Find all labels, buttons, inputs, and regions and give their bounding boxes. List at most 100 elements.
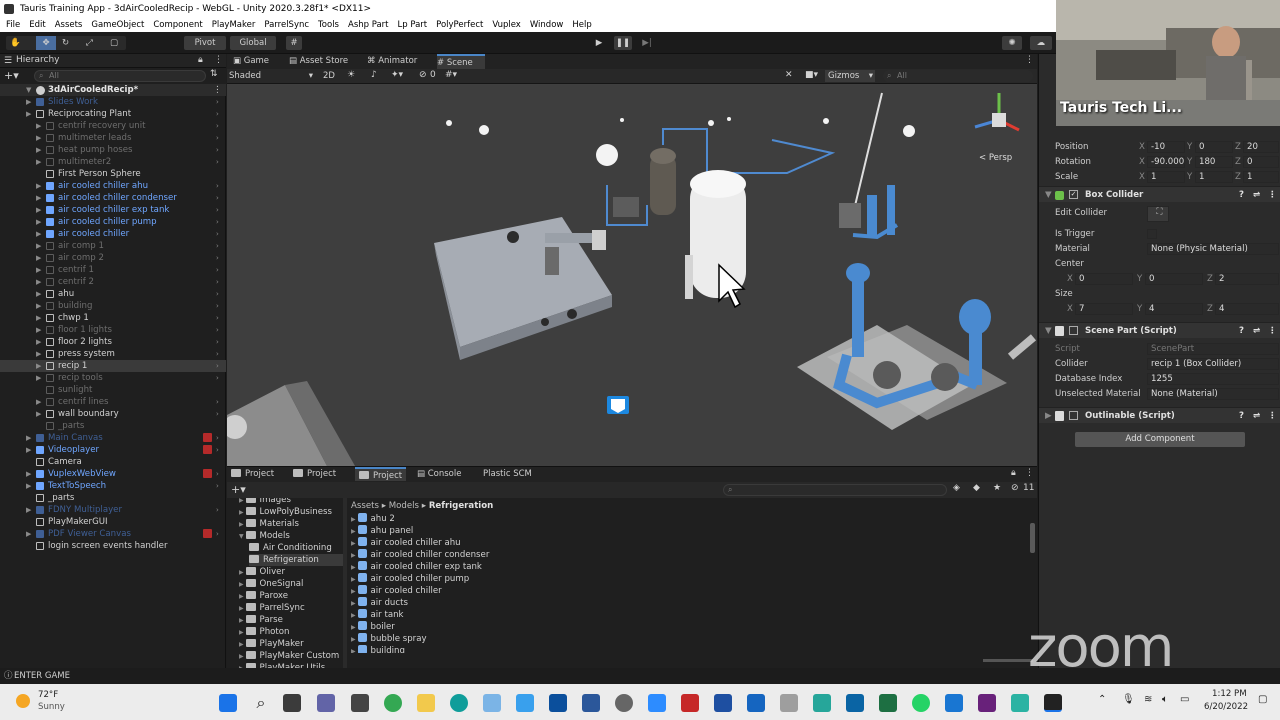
chevron-right-icon[interactable]: › (216, 348, 219, 360)
expand-arrow-icon[interactable]: ▶ (36, 300, 41, 312)
volume-icon[interactable]: 🔈︎ (1162, 694, 1168, 705)
expand-arrow-icon[interactable]: ▶ (36, 252, 41, 264)
hand-tool-icon[interactable]: ✋ (10, 36, 21, 50)
expand-arrow-icon[interactable]: ▶ (26, 96, 31, 108)
chevron-right-icon[interactable]: › (216, 156, 219, 168)
expand-arrow-icon[interactable]: ▶ (26, 468, 31, 480)
menu-playmaker[interactable]: PlayMaker (212, 18, 256, 32)
chevron-right-icon[interactable]: › (216, 96, 219, 108)
expand-arrow-icon[interactable]: ▶ (26, 504, 31, 516)
expand-arrow-icon[interactable]: ▶ (26, 480, 31, 492)
chrome-icon[interactable] (384, 694, 402, 712)
expand-arrow-icon[interactable]: ▶ (351, 552, 358, 559)
asset-item[interactable]: ▶ air ducts (351, 597, 408, 609)
hierarchy-item[interactable]: ▶ wall boundary › (0, 408, 226, 420)
hierarchy-item[interactable]: login screen events handler (0, 540, 226, 552)
center-x-field[interactable]: 0 (1075, 273, 1133, 285)
weather-sun-icon[interactable] (16, 694, 30, 708)
scene-menu-icon[interactable]: ⋮ (213, 84, 222, 96)
folder-tree-item[interactable]: ▼ Models (239, 530, 347, 542)
task-view-icon[interactable] (283, 694, 301, 712)
chevron-right-icon[interactable]: › (216, 132, 219, 144)
hierarchy-item[interactable]: ▶ heat pump hoses › (0, 144, 226, 156)
breadcrumb-refrigeration[interactable]: Refrigeration (429, 501, 493, 511)
hierarchy-item[interactable]: ▶ air cooled chiller pump › (0, 216, 226, 228)
photos-icon[interactable] (483, 694, 501, 712)
expand-arrow-icon[interactable]: ▶ (36, 276, 41, 288)
asset-item[interactable]: ▶ air cooled chiller exp tank (351, 561, 482, 573)
scale-tool-icon[interactable]: ⤢ (86, 36, 93, 50)
lock-icon[interactable]: 🔒︎ (1011, 468, 1016, 478)
chevron-right-icon[interactable]: › (216, 372, 219, 384)
expand-arrow-icon[interactable]: ▶ (239, 581, 246, 588)
app-icon-2[interactable] (747, 694, 765, 712)
asset-item[interactable]: ▶ air cooled chiller ahu (351, 537, 461, 549)
expand-arrow-icon[interactable]: ▶ (351, 564, 358, 571)
expand-arrow-icon[interactable]: ▶ (36, 120, 41, 132)
teams-chat-icon[interactable] (317, 694, 335, 712)
expand-arrow-icon[interactable]: ▶ (36, 228, 41, 240)
app-icon-4[interactable] (846, 694, 864, 712)
chevron-right-icon[interactable]: › (216, 432, 219, 444)
kebab-menu-icon[interactable]: ⋮ (214, 55, 223, 65)
hierarchy-item[interactable]: sunlight (0, 384, 226, 396)
tab-plastic-scm[interactable]: Plastic SCM (483, 467, 532, 481)
expand-arrow-icon[interactable]: ▶ (239, 509, 246, 516)
hierarchy-item[interactable]: ▶ multimeter2 › (0, 156, 226, 168)
expand-arrow-icon[interactable]: ▶ (351, 636, 358, 643)
chevron-right-icon[interactable]: › (216, 300, 219, 312)
asset-item[interactable]: ▶ air cooled chiller pump (351, 573, 469, 585)
expand-arrow-icon[interactable]: ▶ (351, 648, 358, 653)
expand-arrow-icon[interactable]: ▶ (351, 600, 358, 607)
expand-arrow-icon[interactable]: ▶ (351, 588, 358, 595)
presets-icon[interactable]: ⇌ (1253, 187, 1260, 203)
chevron-right-icon[interactable]: › (216, 144, 219, 156)
chevron-right-icon[interactable]: › (216, 108, 219, 120)
unselected-material-field[interactable]: None (Material) (1147, 388, 1279, 400)
scale-y-field[interactable]: 1 (1195, 171, 1233, 183)
expand-arrow-icon[interactable]: ▶ (36, 132, 41, 144)
component-menu-icon[interactable]: ⋮ (1268, 408, 1277, 424)
hierarchy-item[interactable]: ▶ VuplexWebView › (0, 468, 226, 480)
chevron-right-icon[interactable]: › (216, 504, 219, 516)
add-object-icon[interactable]: +▾ (4, 69, 19, 82)
hierarchy-search-input[interactable]: ⌕ All (34, 70, 206, 82)
expand-arrow-icon[interactable]: ▶ (36, 192, 41, 204)
box-collider-header[interactable]: ▼ ✓ Box Collider ? ⇌ ⋮ (1039, 186, 1280, 202)
hierarchy-item[interactable]: ▶ centrif recovery unit › (0, 120, 226, 132)
asset-item[interactable]: ▶ air tank (351, 609, 404, 621)
menu-window[interactable]: Window (530, 18, 564, 32)
folder-tree-item[interactable]: ▶ OneSignal (239, 578, 347, 590)
expand-arrow-icon[interactable]: ▶ (36, 372, 41, 384)
outlinable-enabled-checkbox[interactable] (1069, 411, 1078, 420)
chevron-right-icon[interactable]: › (216, 264, 219, 276)
asset-item[interactable]: ▶ air cooled chiller (351, 585, 442, 597)
gizmos-dropdown[interactable]: Gizmos ▾ (825, 70, 875, 82)
tab-asset-store[interactable]: ▤ Asset Store (289, 54, 359, 68)
presets-icon[interactable]: ⇌ (1253, 408, 1260, 424)
chevron-right-icon[interactable]: › (216, 468, 219, 480)
chevron-right-icon[interactable]: › (216, 288, 219, 300)
rotation-y-field[interactable]: 180 (1195, 156, 1233, 168)
weather-desc[interactable]: Sunny (38, 702, 65, 712)
hierarchy-item[interactable]: ▶ PDF Viewer Canvas › (0, 528, 226, 540)
hierarchy-item[interactable]: ▶ air cooled chiller › (0, 228, 226, 240)
lighting-toggle-icon[interactable]: ☀ (347, 70, 355, 80)
menu-parrelsync[interactable]: ParrelSync (264, 18, 309, 32)
expand-arrow-icon[interactable]: ▶ (36, 324, 41, 336)
physic-material-field[interactable]: None (Physic Material) (1147, 243, 1279, 255)
unity-editor-icon[interactable] (1044, 694, 1062, 712)
project-search-input[interactable]: ⌕ (723, 484, 947, 496)
icon-size-slider[interactable] (983, 659, 1033, 662)
folder-tree-item[interactable]: ▶ Oliver (239, 566, 347, 578)
2d-toggle[interactable]: 2D (323, 70, 335, 82)
chevron-right-icon[interactable]: › (216, 120, 219, 132)
chevron-right-icon[interactable]: › (216, 180, 219, 192)
presets-icon[interactable]: ⇌ (1253, 323, 1260, 339)
audio-toggle-icon[interactable]: ♪ (371, 70, 377, 80)
scene-part-header[interactable]: ▼ Scene Part (Script) ? ⇌ ⋮ (1039, 322, 1280, 338)
app-icon-5[interactable] (1011, 694, 1029, 712)
settings-gear-icon[interactable] (615, 694, 633, 712)
expand-arrow-icon[interactable]: ▶ (351, 624, 358, 631)
database-index-field[interactable]: 1255 (1147, 373, 1279, 385)
